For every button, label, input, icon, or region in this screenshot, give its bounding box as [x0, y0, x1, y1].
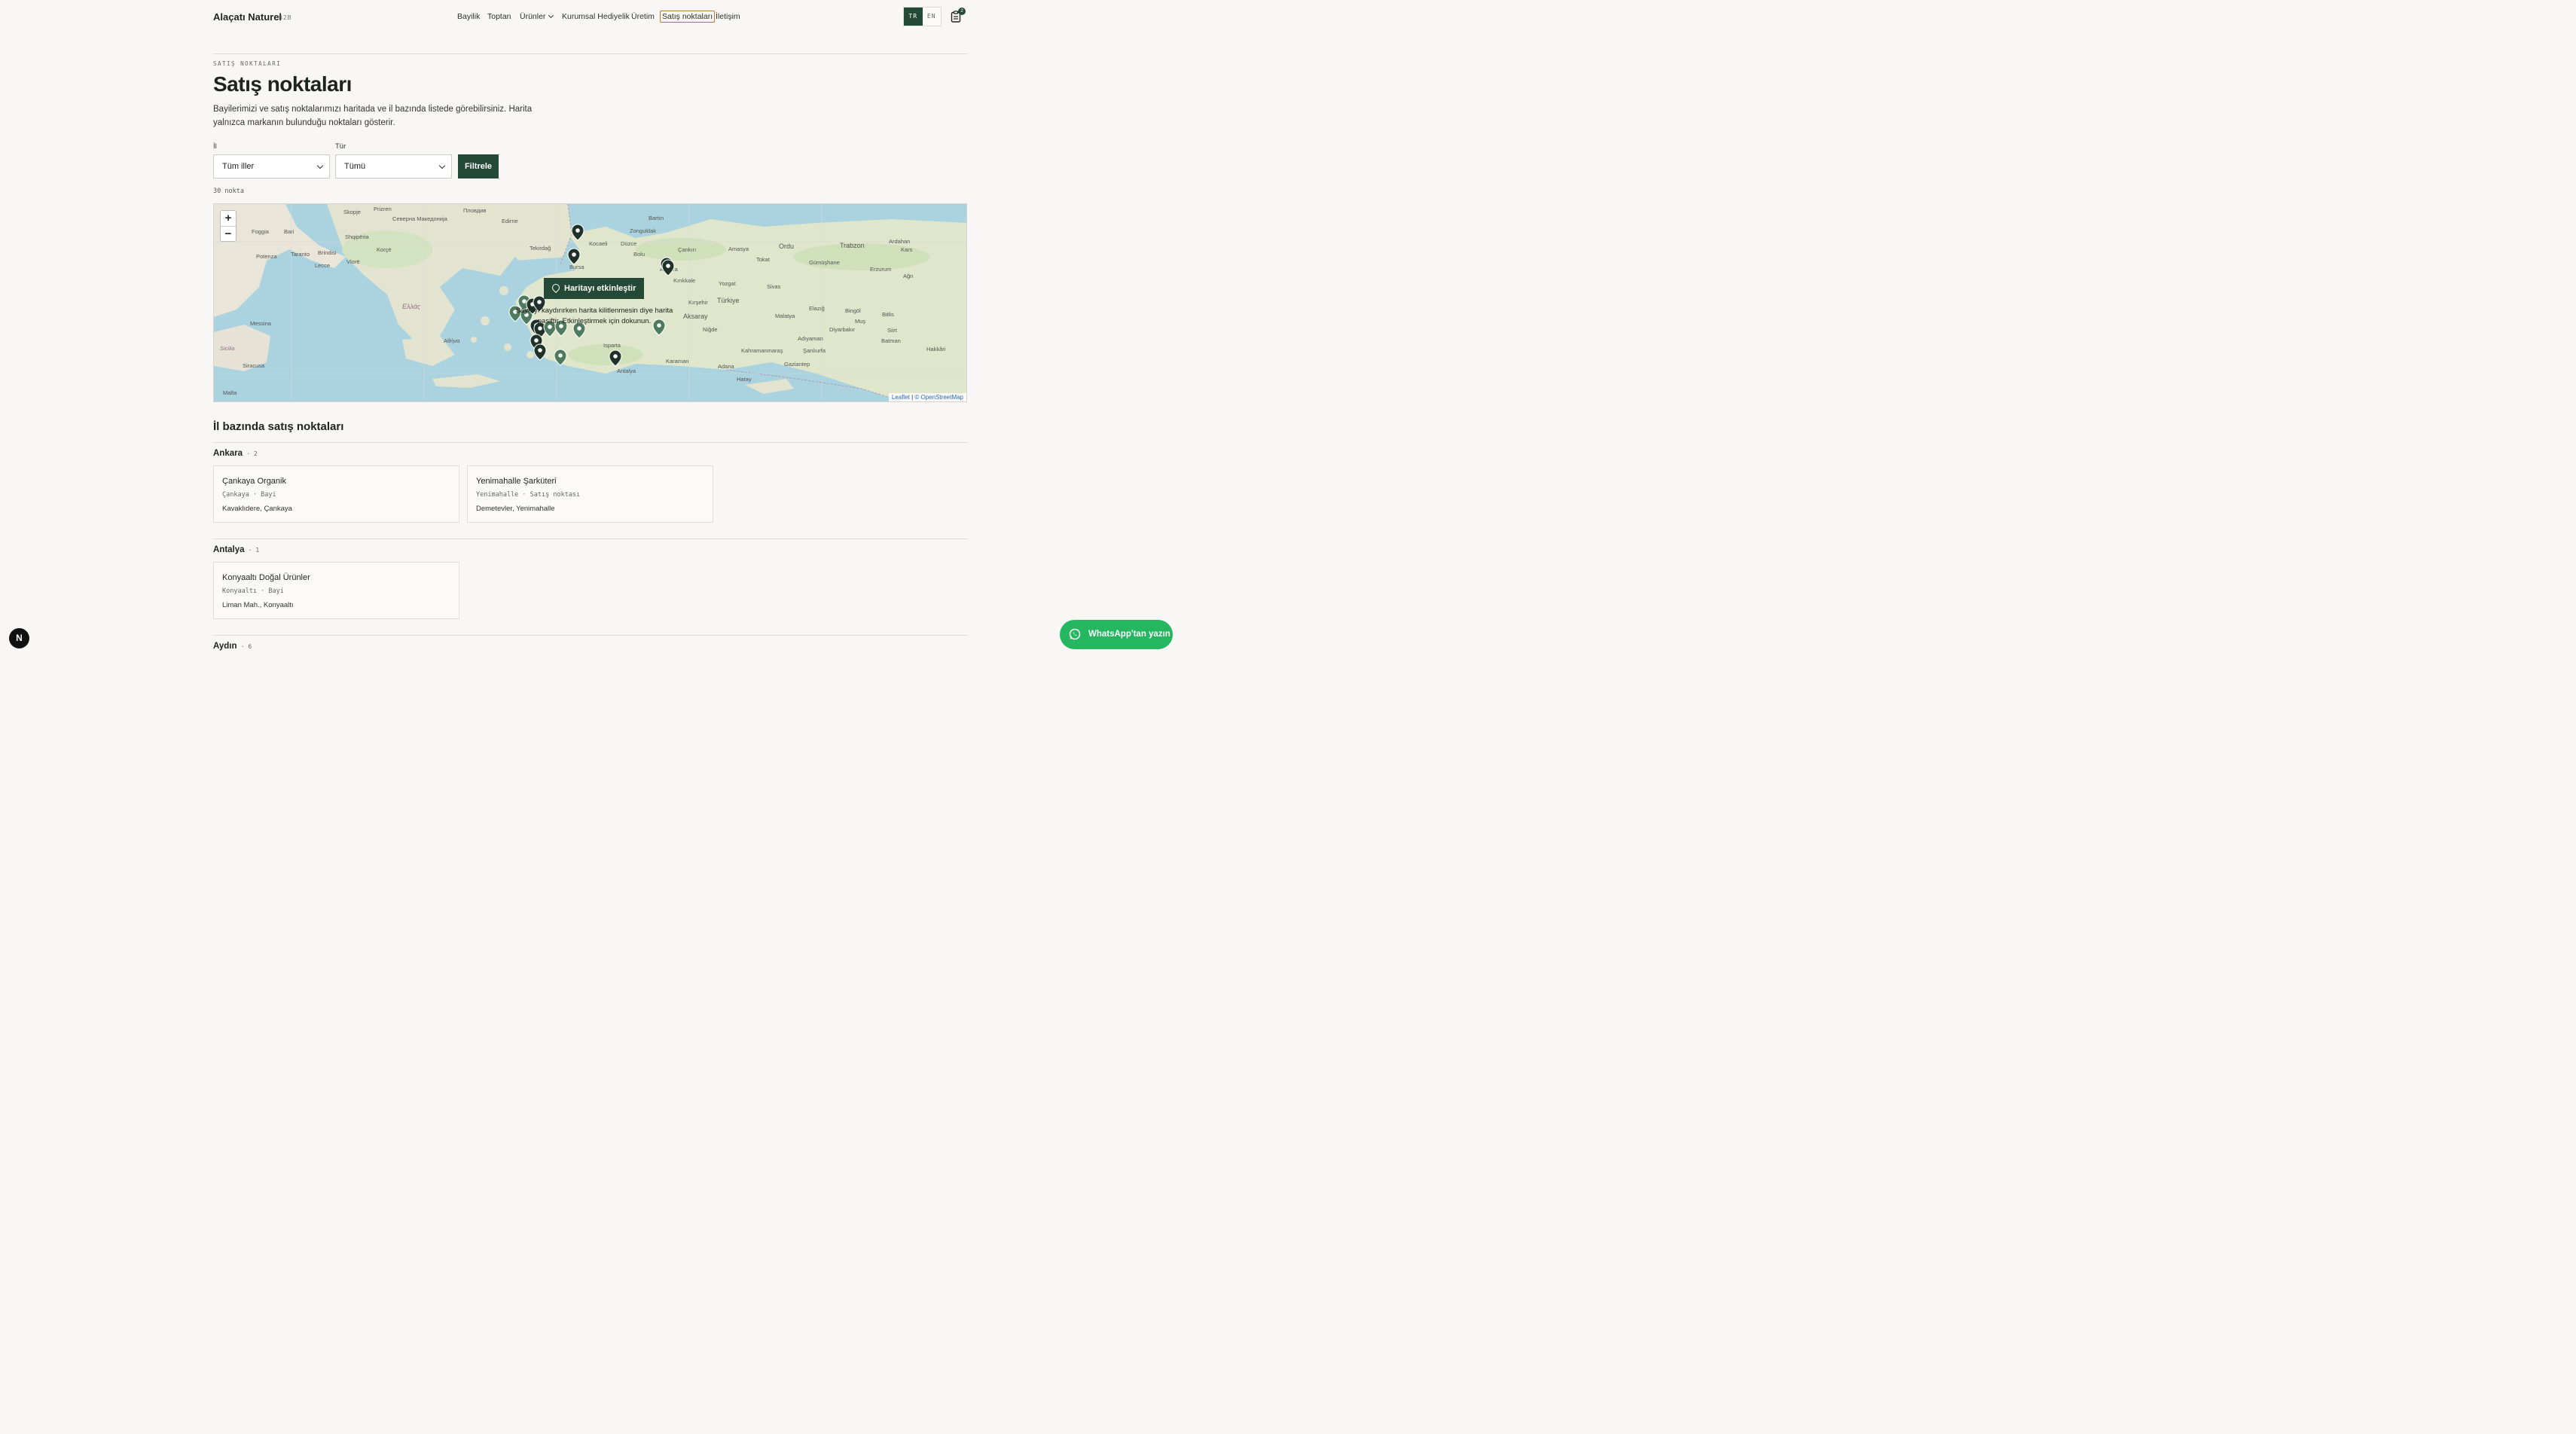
- store-address: Liman Mah., Konyaaltı: [222, 601, 294, 609]
- store-marker-icon[interactable]: [554, 349, 567, 366]
- store-marker-icon[interactable]: [661, 259, 675, 276]
- nav-uretim[interactable]: Üretim: [631, 12, 655, 21]
- province-group-header: Aydın · 6: [213, 642, 252, 651]
- result-count: 30 nokta: [213, 188, 244, 195]
- nav-satis-noktalari[interactable]: Satış noktaları: [660, 11, 716, 23]
- nav-toptan[interactable]: Toptan: [487, 12, 511, 21]
- map-zoom-control: + −: [220, 210, 237, 242]
- whatsapp-icon: [1069, 628, 1081, 640]
- province-name: Antalya: [213, 545, 245, 554]
- dev-tools-badge[interactable]: N: [9, 628, 29, 648]
- province-count: 2: [253, 450, 258, 457]
- province-count: 6: [248, 643, 252, 650]
- type-select[interactable]: Tümü: [335, 154, 452, 178]
- nav-bayilik[interactable]: Bayilik: [457, 12, 480, 21]
- type-label: Tür: [335, 142, 346, 151]
- province-count: 1: [255, 547, 260, 554]
- zoom-out-button[interactable]: −: [221, 226, 236, 241]
- zoom-in-button[interactable]: +: [221, 211, 236, 226]
- store-marker-icon[interactable]: [571, 224, 584, 241]
- filter-button[interactable]: Filtrele: [458, 154, 499, 178]
- province-select[interactable]: Tüm iller: [213, 154, 330, 178]
- province-list-title: İl bazında satış noktaları: [213, 420, 344, 433]
- store-meta: Konyaaltı · Bayi: [222, 587, 284, 595]
- province-group-header: Antalya · 1: [213, 545, 260, 554]
- map-markers: [508, 224, 675, 367]
- nav-iletisim[interactable]: İletişim: [716, 12, 740, 21]
- lang-en-button[interactable]: EN: [922, 8, 941, 26]
- leaflet-link[interactable]: Leaflet: [892, 394, 910, 401]
- store-card[interactable]: Yenimahalle Şarküteri Yenimahalle · Satı…: [467, 465, 713, 523]
- store-map[interactable]: Prizren Пловдив Skopje Северна Македониј…: [213, 203, 967, 402]
- whatsapp-label: WhatsApp'tan yazın: [1088, 630, 1170, 639]
- province-select-value: Tüm iller: [222, 162, 255, 171]
- osm-link[interactable]: © OpenStreetMap: [914, 394, 963, 401]
- divider: [213, 635, 967, 636]
- divider: [213, 442, 967, 443]
- store-name: Konyaaltı Doğal Ürünler: [222, 573, 310, 582]
- activate-map-button[interactable]: Haritayı etkinleştir: [544, 278, 645, 299]
- store-meta: Yenimahalle · Satış noktası: [476, 491, 581, 499]
- type-select-value: Tümü: [344, 162, 366, 171]
- store-marker-icon[interactable]: [567, 248, 581, 265]
- page-eyebrow: SATIŞ NOKTALARI: [213, 60, 282, 67]
- page-intro: Bayilerimizi ve satış noktalarımızı hari…: [213, 105, 533, 127]
- page-title: Satış noktaları: [213, 72, 352, 96]
- store-card[interactable]: Çankaya Organik Çankaya · Bayi Kavaklıde…: [213, 465, 459, 523]
- cart-count-badge: 2: [958, 8, 966, 15]
- store-address: Kavaklıdere, Çankaya: [222, 505, 292, 513]
- province-name: Ankara: [213, 449, 243, 458]
- activate-map-label: Haritayı etkinleştir: [564, 284, 636, 293]
- whatsapp-button[interactable]: WhatsApp'tan yazın: [1060, 620, 1173, 649]
- site-header: Alaçatı Naturel B2B Bayilik Toptan Ürünl…: [0, 0, 1181, 33]
- store-card[interactable]: Konyaaltı Doğal Ürünler Konyaaltı · Bayi…: [213, 562, 459, 619]
- map-hint-text: Sayfayı kaydırırken harita kilitlenmesin…: [515, 307, 673, 325]
- nav-kurumsal-hediyelik[interactable]: Kurumsal Hediyelik: [562, 12, 630, 21]
- store-name: Çankaya Organik: [222, 477, 286, 486]
- store-meta: Çankaya · Bayi: [222, 491, 276, 499]
- province-group-header: Ankara · 2: [213, 449, 258, 458]
- nav-urunler-label: Ürünler: [520, 12, 546, 21]
- chevron-down-icon: [438, 162, 446, 169]
- store-name: Yenimahalle Şarküteri: [476, 477, 557, 486]
- store-marker-icon[interactable]: [533, 343, 547, 361]
- chevron-down-icon: [316, 162, 324, 169]
- chevron-down-icon: [548, 12, 554, 19]
- divider: [213, 53, 967, 54]
- nav-urunler[interactable]: Ürünler: [520, 12, 554, 21]
- store-address: Demetevler, Yenimahalle: [476, 505, 555, 513]
- map-pin-icon: [550, 282, 562, 294]
- lang-tr-button[interactable]: TR: [904, 8, 923, 26]
- store-marker-icon[interactable]: [609, 349, 622, 367]
- province-name: Aydın: [213, 642, 237, 651]
- cart-button[interactable]: 2: [951, 8, 966, 23]
- province-label: İl: [213, 142, 217, 151]
- main-nav: Bayilik Toptan Ürünler Kurumsal Hediyeli…: [0, 11, 1181, 24]
- language-switcher: TR EN: [903, 7, 942, 26]
- map-attribution: Leaflet | © OpenStreetMap: [888, 393, 966, 401]
